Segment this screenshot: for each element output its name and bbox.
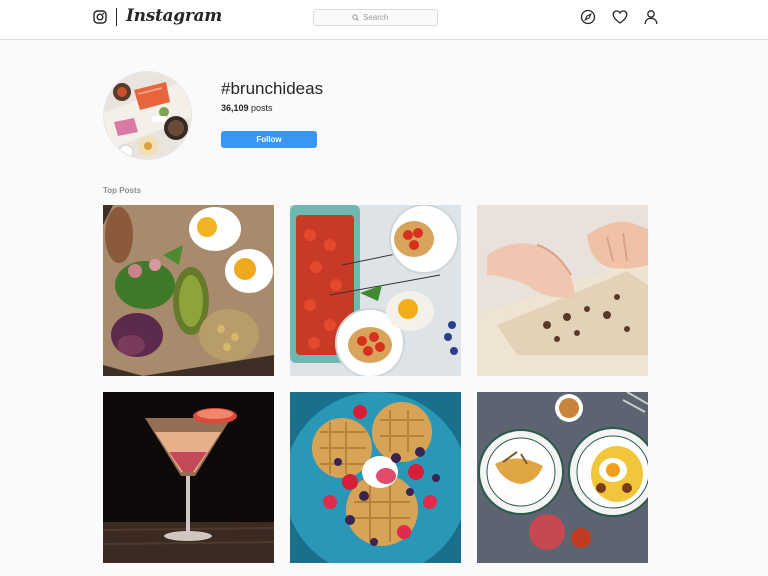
post-image-tomato-toast <box>290 205 461 376</box>
search-box[interactable] <box>313 9 438 26</box>
follow-button[interactable]: Follow <box>221 131 317 148</box>
post-count: 36,109 posts <box>221 103 273 113</box>
post-count-suffix: posts <box>248 103 273 113</box>
post-cocktail[interactable] <box>103 392 274 563</box>
search-icon <box>352 14 359 21</box>
hashtag-title: #brunchideas <box>221 79 324 98</box>
heart-icon[interactable] <box>612 9 628 25</box>
explore-icon[interactable] <box>580 9 596 25</box>
post-image-dough-rolling <box>477 205 648 376</box>
top-navigation-bar: Instagram <box>0 0 768 40</box>
logo-divider <box>116 8 117 26</box>
post-waffle-berries[interactable] <box>290 392 461 563</box>
post-plates-table[interactable] <box>477 392 648 563</box>
post-tomato-toast[interactable] <box>290 205 461 376</box>
instagram-camera-icon[interactable] <box>93 10 107 24</box>
post-image-cocktail <box>103 392 274 563</box>
post-image-waffle-berries <box>290 392 461 563</box>
post-count-number: 36,109 <box>221 103 249 113</box>
post-image-plates-table <box>477 392 648 563</box>
search-input[interactable] <box>363 13 399 22</box>
post-image-eggs-avocado <box>103 205 274 376</box>
profile-icon[interactable] <box>643 9 659 25</box>
instagram-wordmark[interactable]: Instagram <box>126 6 222 26</box>
post-dough-rolling[interactable] <box>477 205 648 376</box>
post-eggs-avocado[interactable] <box>103 205 274 376</box>
top-posts-label: Top Posts <box>103 186 142 195</box>
avatar-food-image <box>104 72 191 159</box>
hashtag-avatar <box>103 71 192 160</box>
